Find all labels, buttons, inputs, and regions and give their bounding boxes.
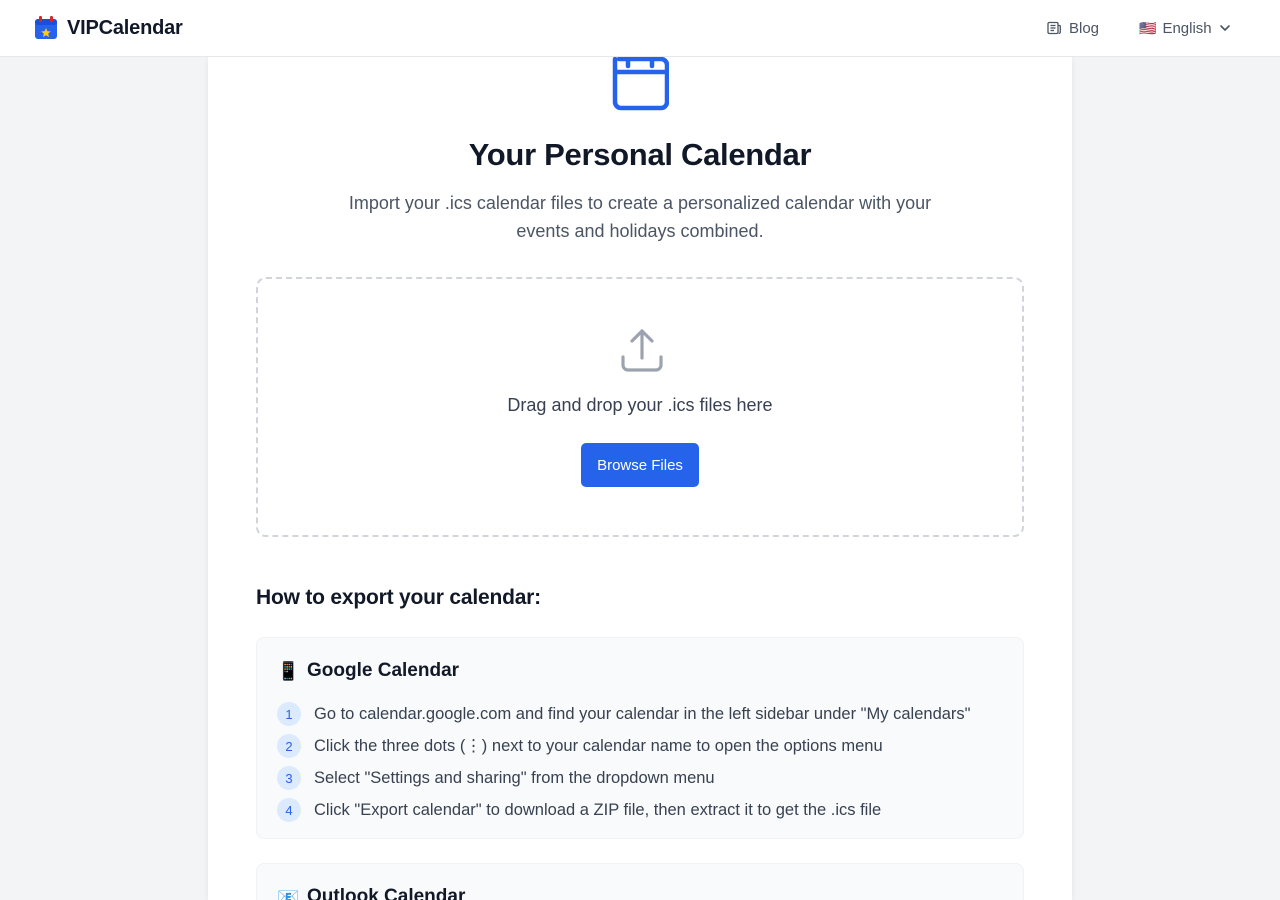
step-text: Go to calendar.google.com and find your … bbox=[314, 704, 971, 723]
us-flag-icon: 🇺🇸 bbox=[1139, 20, 1157, 36]
import-card: Your Personal Calendar Import your .ics … bbox=[208, 57, 1072, 900]
guide-step: 3 Select "Settings and sharing" from the… bbox=[277, 762, 971, 794]
nav-blog-link[interactable]: Blog bbox=[1046, 17, 1099, 39]
logo-text: VIPCalendar bbox=[67, 16, 183, 39]
step-number-badge: 1 bbox=[277, 702, 301, 726]
step-text: Click the three dots (⋮) next to your ca… bbox=[314, 737, 883, 755]
calendar-star-logo-icon bbox=[35, 16, 57, 39]
file-dropzone[interactable]: Drag and drop your .ics files here Brows… bbox=[256, 277, 1024, 537]
email-icon: 📧 bbox=[277, 886, 300, 900]
page-title: Your Personal Calendar bbox=[468, 137, 812, 172]
nav-blog-label: Blog bbox=[1069, 19, 1100, 37]
google-calendar-guide: 📱 Google Calendar 1 Go to calendar.googl… bbox=[256, 637, 1024, 839]
guide-step: 4 Click "Export calendar" to download a … bbox=[277, 794, 971, 826]
step-text: Click "Export calendar" to download a ZI… bbox=[314, 800, 882, 819]
step-text: Select "Settings and sharing" from the d… bbox=[314, 768, 715, 787]
dropzone-text: Drag and drop your .ics files here bbox=[507, 395, 773, 415]
top-navigation-bar: VIPCalendar Blog 🇺🇸 English bbox=[0, 0, 1280, 57]
language-label: English bbox=[1162, 19, 1212, 37]
mobile-phone-icon: 📱 bbox=[277, 660, 300, 681]
browse-files-button[interactable]: Browse Files bbox=[581, 443, 699, 487]
guide-section-title: 📱 Google Calendar bbox=[277, 660, 459, 682]
upload-icon bbox=[621, 329, 663, 372]
chevron-down-icon bbox=[1219, 25, 1230, 31]
step-number-badge: 3 bbox=[277, 766, 301, 790]
guide-step: 2 Click the three dots (⋮) next to your … bbox=[277, 730, 971, 762]
guide-steps-list: 1 Go to calendar.google.com and find you… bbox=[277, 698, 971, 826]
logo[interactable]: VIPCalendar bbox=[32, 14, 183, 42]
guide-section-title: 📧 Outlook Calendar bbox=[277, 886, 465, 900]
step-number-badge: 4 bbox=[277, 798, 301, 822]
calendar-icon bbox=[612, 57, 669, 111]
outlook-calendar-guide: 📧 Outlook Calendar bbox=[256, 863, 1024, 900]
export-guide-heading: How to export your calendar: bbox=[256, 586, 541, 609]
guide-section-name: Outlook Calendar bbox=[307, 886, 466, 900]
page-subtitle: Import your .ics calendar files to creat… bbox=[348, 193, 932, 241]
guide-step: 1 Go to calendar.google.com and find you… bbox=[277, 698, 971, 730]
step-number-badge: 2 bbox=[277, 734, 301, 758]
language-selector[interactable]: 🇺🇸 English bbox=[1139, 17, 1232, 39]
guide-section-name: Google Calendar bbox=[307, 660, 460, 681]
newspaper-icon bbox=[1047, 21, 1061, 35]
